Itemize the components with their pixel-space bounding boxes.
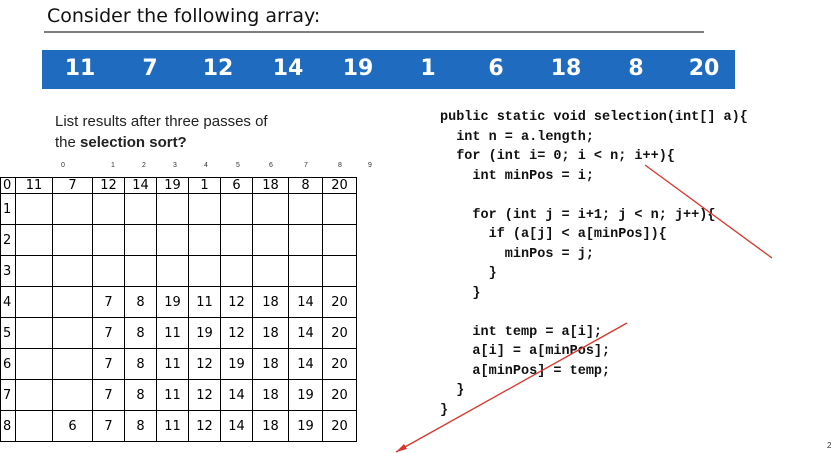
annotation-overlay xyxy=(395,164,773,453)
annotation-stroke xyxy=(395,322,628,453)
page-number: 2 xyxy=(827,441,832,450)
annotation-arrowhead xyxy=(396,444,407,452)
annotation-stroke xyxy=(644,164,773,259)
